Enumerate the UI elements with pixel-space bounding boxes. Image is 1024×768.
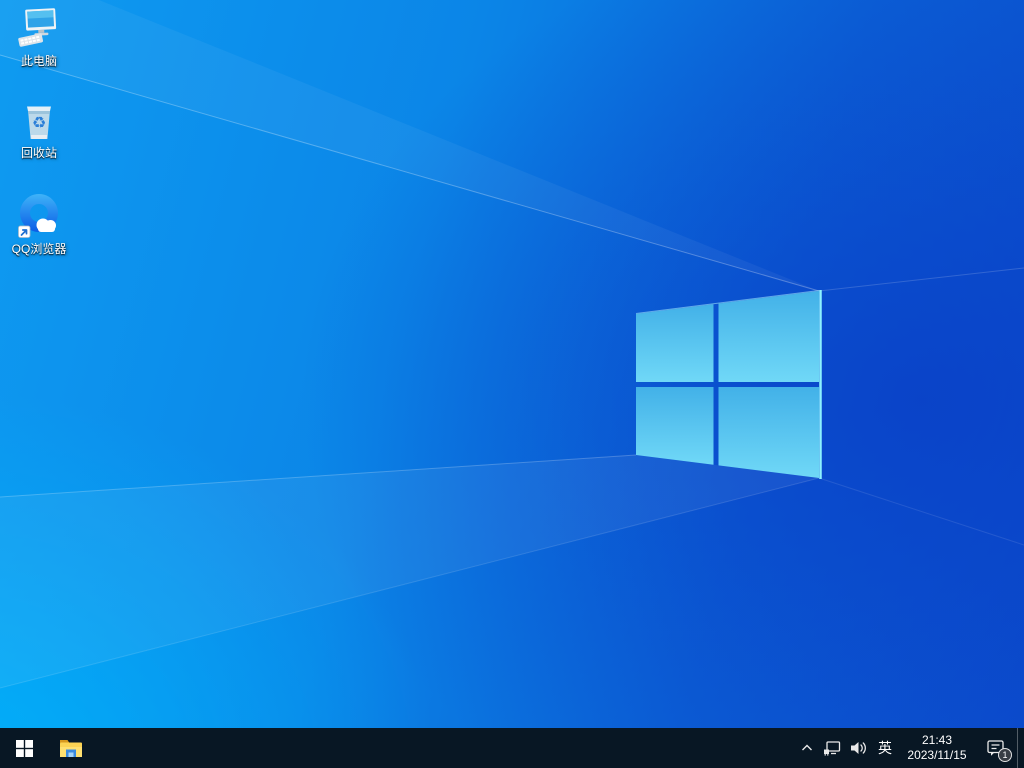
qq-browser-icon: [16, 192, 62, 240]
clock[interactable]: 21:43 2023/11/15: [899, 728, 975, 768]
start-button[interactable]: [0, 728, 48, 768]
computer-monitor-icon: [17, 6, 61, 52]
chevron-up-icon: [799, 740, 815, 756]
taskbar: 英 21:43 2023/11/15 1: [0, 728, 1024, 768]
language-label: 英: [878, 738, 892, 758]
system-tray: 英 21:43 2023/11/15 1: [795, 728, 1024, 768]
tray-overflow-button[interactable]: [795, 728, 819, 768]
action-center-button[interactable]: 1: [975, 728, 1017, 768]
clock-date: 2023/11/15: [907, 748, 966, 763]
desktop-icon-qq-browser[interactable]: QQ浏览器: [1, 192, 77, 278]
wallpaper-windows-logo: [0, 0, 1024, 728]
language-indicator[interactable]: 英: [871, 728, 899, 768]
desktop-icon-label: 回收站: [21, 146, 57, 160]
folder-icon: [58, 737, 84, 759]
desktop-icon-this-pc[interactable]: 此电脑: [1, 6, 77, 92]
network-ethernet-icon: [822, 738, 842, 758]
clock-time: 21:43: [922, 733, 952, 748]
notification-badge: 1: [998, 748, 1012, 762]
desktop-icon-label: QQ浏览器: [12, 242, 67, 256]
windows-logo-icon: [16, 740, 33, 757]
speaker-volume-icon: [848, 738, 868, 758]
network-button[interactable]: [819, 728, 845, 768]
recycle-bin-icon: ♻: [19, 98, 59, 144]
desktop-icon-recycle-bin[interactable]: ♻ 回收站: [1, 98, 77, 184]
desktop-icon-label: 此电脑: [21, 54, 57, 68]
svg-text:♻: ♻: [32, 113, 46, 132]
file-explorer-button[interactable]: [48, 728, 94, 768]
show-desktop-button[interactable]: [1017, 728, 1024, 768]
desktop: 此电脑 ♻ 回收站 QQ浏览器: [0, 0, 1024, 728]
volume-button[interactable]: [845, 728, 871, 768]
